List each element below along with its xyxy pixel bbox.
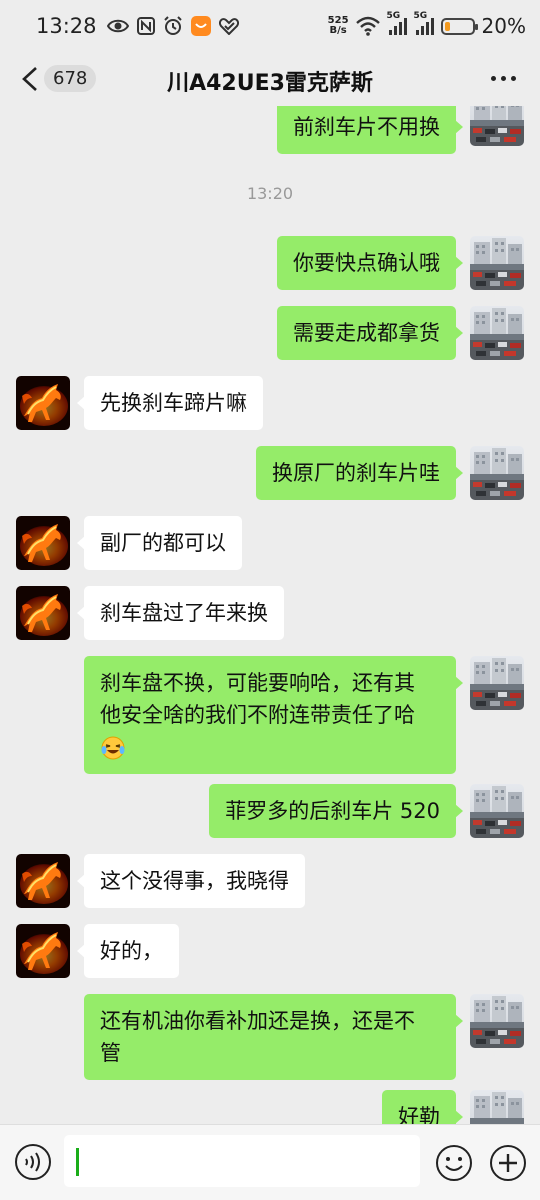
unread-count-badge[interactable]: 678: [44, 65, 97, 92]
network-speed: 525 B/s: [327, 15, 349, 36]
text-cursor: [76, 1148, 79, 1176]
contact-avatar[interactable]: [16, 376, 70, 430]
contact-avatar[interactable]: [16, 586, 70, 640]
contact-avatar[interactable]: [16, 854, 70, 908]
grinning-squinting-tears-emoji: [101, 736, 125, 760]
my-message-bubble[interactable]: 前刹车片不用换: [277, 106, 463, 154]
emoji-icon[interactable]: [434, 1143, 474, 1183]
wifi-icon: [355, 16, 380, 36]
message-timestamp: 13:20: [246, 184, 294, 203]
back-arrow-icon[interactable]: [18, 66, 42, 92]
my-message-bubble[interactable]: 菲罗多的后刹车片 520: [209, 784, 463, 838]
status-bar: 13:28 525 B/s 5G 5G 20%: [0, 0, 540, 52]
contact-message-bubble[interactable]: 刹车盘过了年来换: [77, 586, 284, 640]
my-avatar[interactable]: [470, 446, 524, 500]
nfc-icon: [136, 17, 155, 35]
my-avatar[interactable]: [470, 106, 524, 146]
eye-icon: [106, 19, 129, 33]
contact-avatar[interactable]: [16, 924, 70, 978]
contact-message-bubble[interactable]: 这个没得事，我晓得: [77, 854, 305, 908]
my-message-bubble[interactable]: 你要快点确认哦: [277, 236, 463, 290]
message-line: 刹车盘不换，可能要响哈，还有其: [100, 671, 415, 695]
my-message-bubble[interactable]: 需要走成都拿货: [277, 306, 463, 360]
chat-header: 678 川A42UE3雷克萨斯: [0, 52, 540, 106]
my-avatar[interactable]: [470, 306, 524, 360]
my-message-bubble[interactable]: 换原厂的刹车片哇: [256, 446, 463, 500]
my-message-bubble[interactable]: 好勒: [382, 1090, 463, 1124]
signal-icon-sim1: 5G: [387, 11, 407, 35]
voice-input-icon[interactable]: [14, 1143, 52, 1181]
shopping-app-icon: [190, 16, 211, 36]
contact-avatar[interactable]: [16, 516, 70, 570]
plus-icon[interactable]: [488, 1143, 528, 1183]
message-line: 管: [100, 1041, 121, 1065]
my-avatar[interactable]: [470, 784, 524, 838]
battery-icon: [440, 17, 478, 35]
my-avatar[interactable]: [470, 1090, 524, 1124]
signal-icon-sim2: 5G: [414, 11, 434, 35]
my-avatar[interactable]: [470, 236, 524, 290]
contact-message-bubble[interactable]: 副厂的都可以: [77, 516, 242, 570]
contact-message-bubble[interactable]: 好的，: [77, 924, 179, 978]
status-time: 13:28: [36, 14, 97, 38]
battery-level: [444, 21, 450, 31]
my-message-bubble[interactable]: 还有机油你看补加还是换，还是不 管: [84, 994, 463, 1080]
message-list[interactable]: 前刹车片不用换 13:20 你要快点确认哦 需要走成都拿货 先换刹车蹄片嘛 换原…: [0, 106, 540, 1124]
check-heart-icon: [218, 18, 239, 35]
my-avatar[interactable]: [470, 994, 524, 1048]
message-input[interactable]: [64, 1135, 420, 1187]
battery-percent: 20%: [481, 14, 526, 38]
contact-message-bubble[interactable]: 先换刹车蹄片嘛: [77, 376, 263, 430]
chat-input-bar: [0, 1124, 540, 1200]
alarm-icon: [163, 16, 182, 35]
status-notification-icons: [106, 16, 239, 36]
message-line: 他安全啥的我们不附连带责任了哈: [100, 703, 415, 727]
my-avatar[interactable]: [470, 656, 524, 710]
more-options-icon[interactable]: [491, 76, 516, 81]
my-message-bubble[interactable]: 刹车盘不换，可能要响哈，还有其 他安全啥的我们不附连带责任了哈: [84, 656, 463, 774]
message-line: 还有机油你看补加还是换，还是不: [100, 1009, 415, 1033]
